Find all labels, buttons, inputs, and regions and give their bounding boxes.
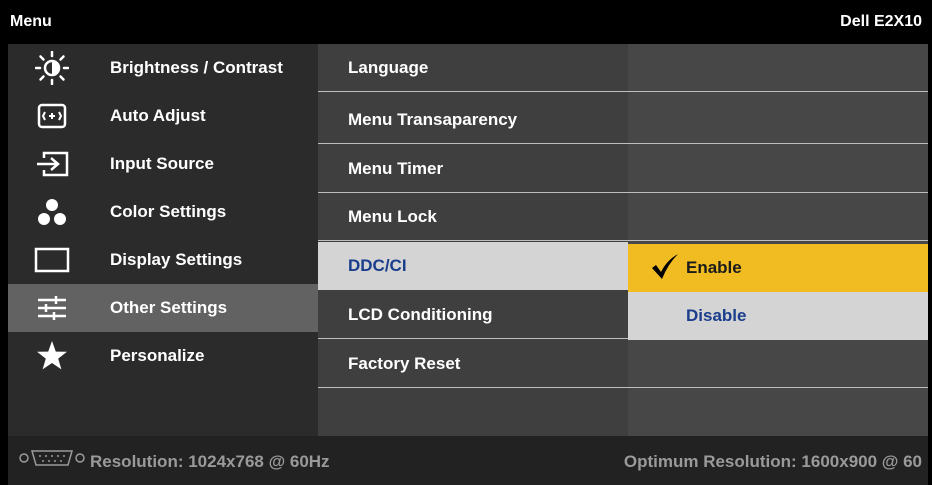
option-disable[interactable]: Disable (628, 292, 928, 340)
menu-item-input-source[interactable]: Input Source (8, 140, 318, 188)
menu-item-label: Input Source (110, 154, 214, 173)
submenu-item-label: Menu Lock (348, 207, 437, 226)
menu-item-personalize[interactable]: Personalize (8, 332, 318, 380)
vga-connector-icon (18, 448, 86, 473)
submenu-item-label: Menu Timer (348, 159, 444, 178)
auto-adjust-icon (28, 92, 76, 140)
submenu-item-language[interactable]: Language (318, 44, 928, 92)
option-label: Disable (686, 306, 747, 325)
menu-item-color-settings[interactable]: Color Settings (8, 188, 318, 236)
title-bar: Menu Dell E2X10 (8, 0, 928, 44)
menu-item-label: Display Settings (110, 250, 243, 269)
menu-item-label: Auto Adjust (110, 106, 206, 125)
sliders-icon (28, 284, 76, 332)
submenu-item-label: DDC/CI (348, 256, 407, 275)
option-label: Enable (686, 258, 742, 277)
menu-title: Menu (10, 13, 52, 30)
menu-item-auto-adjust[interactable]: Auto Adjust (8, 92, 318, 140)
menu-item-other-settings[interactable]: Other Settings (8, 284, 318, 332)
submenu-item-label: Factory Reset (348, 354, 461, 373)
menu-item-display-settings[interactable]: Display Settings (8, 236, 318, 284)
menu-item-label: Brightness / Contrast (110, 58, 283, 77)
submenu-item-label: Menu Transaparency (348, 110, 518, 129)
menu-item-label: Color Settings (110, 202, 227, 221)
star-icon (28, 332, 76, 380)
display-settings-icon (28, 236, 76, 284)
submenu-item-menu-lock[interactable]: Menu Lock (318, 193, 928, 241)
submenu-item-factory-reset[interactable]: Factory Reset (318, 340, 928, 388)
submenu-item-label: LCD Conditioning (348, 305, 493, 324)
submenu-item-label: Language (348, 58, 429, 77)
submenu-item-menu-timer[interactable]: Menu Timer (318, 145, 928, 193)
menu-item-label: Personalize (110, 346, 205, 365)
optimum-resolution: Optimum Resolution: 1600x900 @ 60 (623, 452, 922, 471)
brightness-icon (28, 44, 76, 92)
checkmark-icon (650, 252, 680, 287)
menu-item-label: Other Settings (110, 298, 228, 317)
input-source-icon (28, 140, 76, 188)
status-bar: Resolution: 1024x768 @ 60Hz Optimum Reso… (8, 436, 928, 485)
submenu-item-lcd-conditioning[interactable]: LCD Conditioning (318, 291, 628, 339)
current-resolution: Resolution: 1024x768 @ 60Hz (90, 452, 330, 471)
menu-item-brightness-contrast[interactable]: Brightness / Contrast (8, 44, 318, 92)
monitor-model: Dell E2X10 (840, 13, 922, 30)
main-menu-panel: Brightness / Contrast Auto Adjust Input … (8, 44, 318, 436)
submenu-item-menu-transparency[interactable]: Menu Transaparency (318, 96, 928, 144)
submenu-item-ddc-ci[interactable]: DDC/CI (318, 242, 628, 290)
option-enable[interactable]: Enable (628, 244, 928, 292)
color-settings-icon (28, 188, 76, 236)
